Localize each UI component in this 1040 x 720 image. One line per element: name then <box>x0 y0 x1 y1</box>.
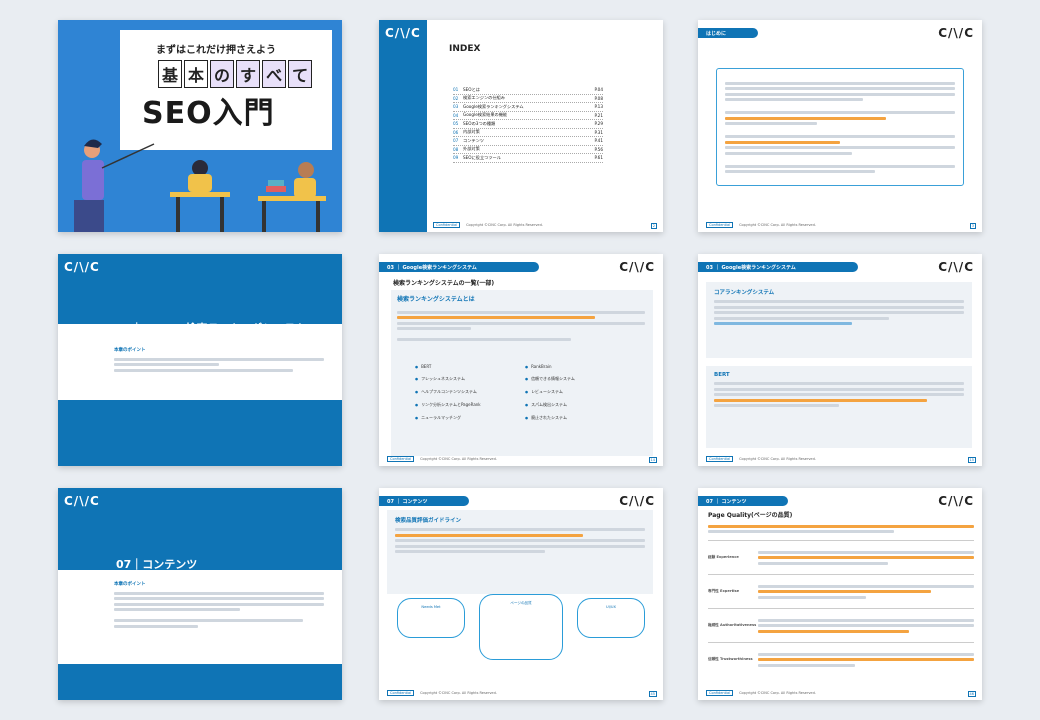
slide-thumbnail-chapter-03[interactable]: C/\/C 03｜Google検索ランキングシステム 本章のポイント <box>58 254 342 466</box>
bert-panel: BERT <box>706 366 972 448</box>
chapter-point-label: 本章のポイント <box>114 348 146 353</box>
list-item: ヘルプフルコンテンツシステム <box>415 389 525 395</box>
slide-heading: 検索ランキングシステムの一覧(一部) <box>393 280 495 287</box>
needs-met-box: Needs Met <box>397 598 465 638</box>
slide-thumbnail-page-quality[interactable]: 07 ｜ コンテンツ C/\/C Page Quality(ページの品質) 経験… <box>698 488 982 700</box>
panel-heading: BERT <box>714 372 730 378</box>
slide-heading: Page Quality(ページの品質) <box>708 512 793 519</box>
list-item: 06 内部対策 P.31 <box>453 129 603 137</box>
brand-logo: C/\/C <box>938 494 974 508</box>
intro-text <box>708 522 974 536</box>
ui-ux-box: UI/UX <box>577 598 645 638</box>
side-bar <box>379 20 427 232</box>
footer: Confidential Copyright ©CINC Corp. All Ri… <box>433 222 543 228</box>
brand-logo: C/\/C <box>385 26 421 40</box>
guideline-panel: 検索品質評価ガイドライン <box>387 510 653 594</box>
panel-heading: 検索品質評価ガイドライン <box>395 518 462 524</box>
footer: Confidential Copyright ©CINC Corp. All Ri… <box>706 222 816 228</box>
slide-thumbnail-index[interactable]: C/\/C INDEX 01 SEOとは P.04 02 検索エンジンの仕組み P.08… <box>379 20 663 232</box>
footer: Confidential Copyright ©CINC Corp. All Ri… <box>706 456 816 462</box>
footer: Confidential Copyright ©CINC Corp. All Ri… <box>387 690 497 696</box>
chapter-point-text <box>114 355 324 374</box>
panel-heading: コアランキングシステム <box>714 290 775 296</box>
slide-thumbnail-intro[interactable]: はじめに C/\/C Confidential Copyright ©CINC C… <box>698 20 982 232</box>
brand-logo: C/\/C <box>938 260 974 274</box>
brand-logo: C/\/C <box>64 260 100 274</box>
table-row: 権威性 Authoritativeness <box>708 608 974 642</box>
page-number: 14 <box>648 457 657 463</box>
list-item: RankBrain <box>525 364 635 369</box>
list-item: 05 SEOの3つの種類 P.29 <box>453 120 603 129</box>
section-tab: 03 ｜ Google検索ランキングシステム <box>698 262 858 272</box>
page-number: 45 <box>648 691 657 697</box>
section-tab: 07 ｜ コンテンツ <box>698 496 788 506</box>
eeat-table: 経験 Experience 専門性 Expertise 権威性 Authorit… <box>708 540 974 676</box>
section-heading: 検索ランキングシステムとは <box>397 296 475 303</box>
list-item: 04 Google検索結果の機能 P.21 <box>453 112 603 120</box>
index-list: 01 SEOとは P.04 02 検索エンジンの仕組み P.08 03 Google検索ラ… <box>453 86 603 163</box>
chapter-title: 03｜Google検索ランキングシステム <box>116 322 306 335</box>
page-number: 2 <box>650 223 657 229</box>
page-quality-box: ページの品質 <box>479 594 563 660</box>
section-text <box>397 308 645 344</box>
list-item: 08 外部対策 P.56 <box>453 146 603 154</box>
slide-thumbnail-guidelines[interactable]: 07 ｜ コンテンツ C/\/C 検索品質評価ガイドライン Needs Met … <box>379 488 663 700</box>
list-item: フレッシュネスシステム <box>415 376 525 382</box>
section-tab: 07 ｜ コンテンツ <box>379 496 469 506</box>
chapter-point-text <box>114 589 324 630</box>
list-item: スパム検出システム <box>525 402 635 408</box>
list-item: BERT <box>415 364 525 369</box>
page-number: 3 <box>969 223 976 229</box>
ranking-system-list: BERT RankBrain フレッシュネスシステム 信頼できる情報システム ヘ… <box>415 364 635 421</box>
intro-textbox <box>716 68 964 186</box>
brand-logo: C/\/C <box>64 494 100 508</box>
brand-logo: C/\/C <box>938 26 974 40</box>
chapter-title: 07｜コンテンツ <box>116 558 198 571</box>
list-item: レビューシステム <box>525 389 635 395</box>
page-number: 15 <box>967 457 976 463</box>
core-ranking-panel: コアランキングシステム <box>706 282 972 358</box>
cover-illustration <box>58 20 326 232</box>
slide-thumbnail-core-ranking[interactable]: 03 ｜ Google検索ランキングシステム C/\/C コアランキングシステム… <box>698 254 982 466</box>
list-item: リンク分析システムとPageRank <box>415 402 525 408</box>
table-row: 専門性 Expertise <box>708 574 974 608</box>
slide-thumbnail-chapter-07[interactable]: C/\/C 07｜コンテンツ 本章のポイント <box>58 488 342 700</box>
slide-thumbnail-ranking-list[interactable]: 03 ｜ Google検索ランキングシステム C/\/C 検索ランキングシステム… <box>379 254 663 466</box>
slide-thumbnail-cover[interactable]: まずはこれだけ押さえよう 基 本 の す べ て SEO入門 <box>58 20 342 232</box>
list-item: 07 コンテンツ P.41 <box>453 137 603 146</box>
footer: Confidential Copyright ©CINC Corp. All Ri… <box>387 456 497 462</box>
section-tab: 03 ｜ Google検索ランキングシステム <box>379 262 539 272</box>
table-row: 経験 Experience <box>708 540 974 574</box>
list-item: 信頼できる情報システム <box>525 376 635 382</box>
page-number: 46 <box>967 691 976 697</box>
index-title: INDEX <box>449 44 481 54</box>
list-item: 廃止されたシステム <box>525 415 635 421</box>
list-item: 02 検索エンジンの仕組み P.08 <box>453 95 603 103</box>
chapter-point-label: 本章のポイント <box>114 582 146 587</box>
list-item: 09 SEOに役立つツール P.61 <box>453 154 603 163</box>
list-item: 03 Google検索ランキングシステム P.13 <box>453 103 603 112</box>
brand-logo: C/\/C <box>619 494 655 508</box>
brand-logo: C/\/C <box>619 260 655 274</box>
table-row: 信頼性 Trustworthiness <box>708 642 974 676</box>
list-item: 01 SEOとは P.04 <box>453 86 603 95</box>
section-tab: はじめに <box>698 28 758 38</box>
footer: Confidential Copyright ©CINC Corp. All Ri… <box>706 690 816 696</box>
list-item: ニューラルマッチング <box>415 415 525 421</box>
